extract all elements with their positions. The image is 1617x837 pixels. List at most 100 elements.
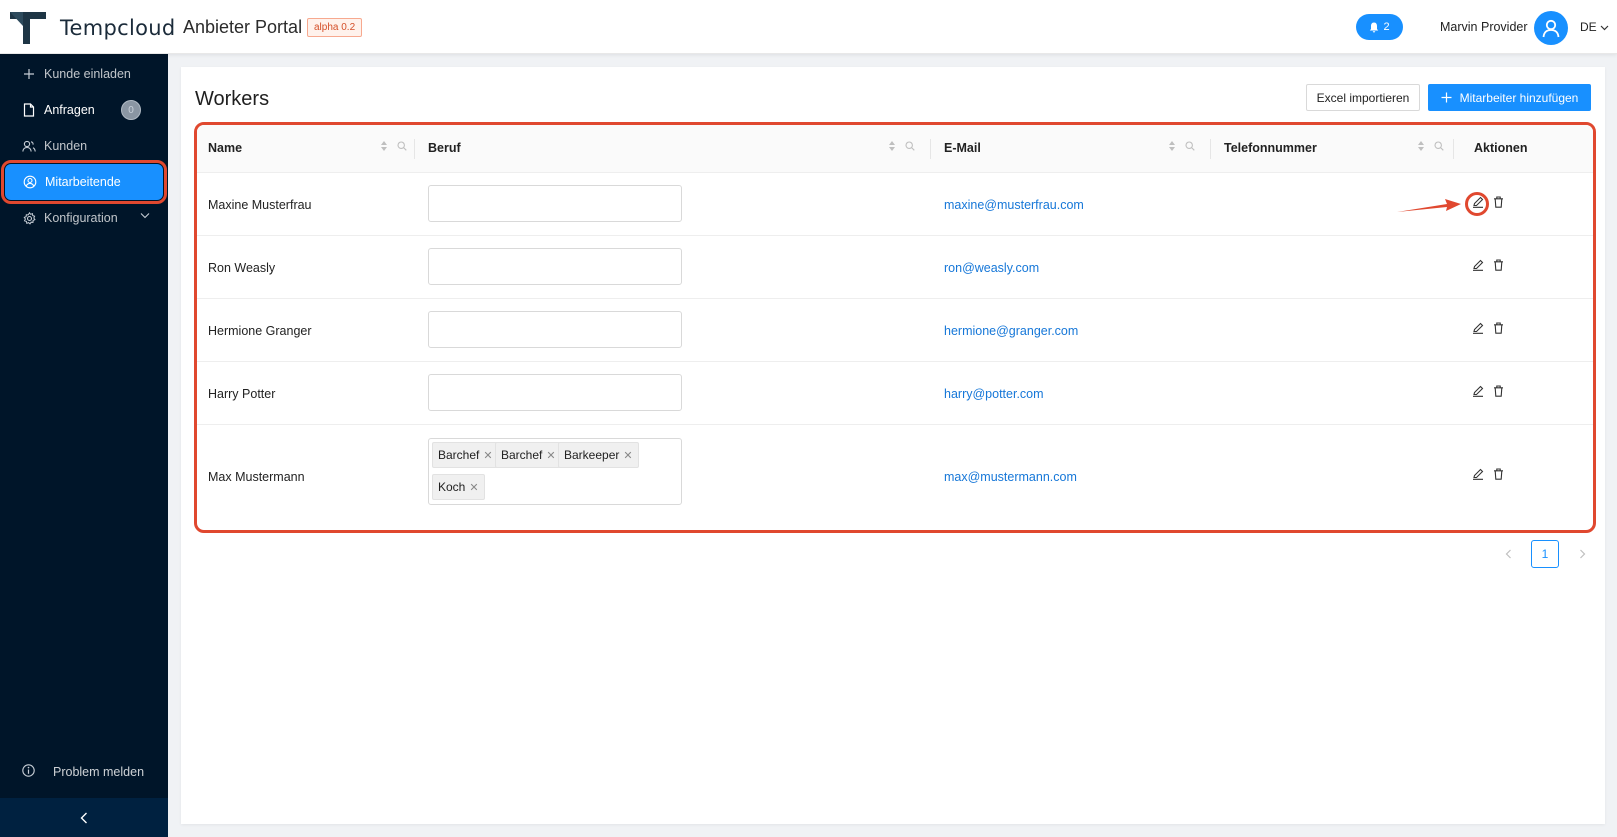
remove-tag-icon[interactable]: ✕	[469, 481, 478, 494]
beruf-column-tools	[888, 140, 915, 152]
version-badge: alpha 0.2	[307, 18, 363, 37]
info-icon	[22, 764, 35, 780]
beruf-select[interactable]	[428, 185, 682, 222]
worker-name: Maxine Musterfrau	[208, 198, 312, 212]
table-row: Hermione Granger hermione@granger.com	[197, 299, 1593, 362]
column-divider	[414, 139, 415, 159]
chevron-down-icon	[140, 213, 150, 219]
worker-email-link[interactable]: ron@weasly.com	[944, 261, 1039, 275]
delete-icon[interactable]	[1493, 196, 1504, 208]
name-column-tools	[380, 140, 407, 152]
table-row: Ron Weasly ron@weasly.com	[197, 236, 1593, 299]
sidebar: Kunde einladen Anfragen 0 Kunden Mitarbe…	[0, 54, 168, 837]
sidebar-item-label: Anfragen	[44, 103, 95, 117]
page-title: Workers	[195, 88, 270, 110]
beruf-tag: Koch ✕	[432, 474, 485, 500]
worker-icon	[23, 175, 37, 189]
bell-icon	[1370, 22, 1379, 32]
worker-email-link[interactable]: max@mustermann.com	[944, 470, 1077, 484]
tempcloud-logo[interactable]	[8, 10, 48, 46]
sort-icon[interactable]	[1168, 140, 1176, 152]
users-icon	[22, 139, 36, 153]
email-column-tools	[1168, 140, 1195, 152]
pagination: 1	[1498, 540, 1592, 568]
sort-icon[interactable]	[888, 140, 896, 152]
document-icon	[22, 103, 36, 117]
remove-tag-icon[interactable]: ✕	[623, 449, 632, 462]
delete-icon[interactable]	[1493, 259, 1504, 271]
beruf-select[interactable]	[428, 311, 682, 348]
edit-icon[interactable]	[1472, 385, 1484, 397]
plus-icon	[1441, 92, 1452, 103]
top-header: Tempcloud Anbieter Portal alpha 0.2 2 Ma…	[0, 0, 1617, 54]
sort-icon[interactable]	[1417, 140, 1425, 152]
table-row: Max Mustermann Barchef ✕ Barchef ✕ Barke…	[197, 425, 1593, 530]
workers-table: Name Beruf E-Mail Telefonnummer Aktionen…	[194, 122, 1596, 533]
chevron-down-icon	[1600, 25, 1609, 31]
row-actions	[1472, 468, 1504, 480]
beruf-select[interactable]	[428, 374, 682, 411]
chevron-left-icon	[80, 812, 87, 823]
notification-button[interactable]: 2	[1356, 14, 1403, 40]
worker-email-link[interactable]: hermione@granger.com	[944, 324, 1078, 338]
avatar[interactable]	[1534, 11, 1568, 45]
chevron-right-icon	[1579, 549, 1585, 559]
edit-icon[interactable]	[1472, 322, 1484, 334]
sidebar-item-label: Kunden	[44, 139, 88, 153]
row-actions	[1472, 385, 1504, 397]
delete-icon[interactable]	[1493, 468, 1504, 480]
add-worker-label: Mitarbeiter hinzufügen	[1459, 90, 1579, 105]
remove-tag-icon[interactable]: ✕	[483, 449, 492, 462]
delete-icon[interactable]	[1493, 322, 1504, 334]
language-label: DE	[1580, 20, 1597, 34]
sort-icon[interactable]	[380, 140, 388, 152]
column-header-name[interactable]: Name	[208, 141, 242, 155]
sidebar-item-konfiguration[interactable]: Konfiguration	[0, 200, 168, 236]
delete-icon[interactable]	[1493, 385, 1504, 397]
search-icon[interactable]	[397, 141, 407, 151]
beruf-tag: Barkeeper ✕	[558, 442, 639, 468]
report-problem-button[interactable]: Problem melden	[0, 754, 168, 790]
column-header-email[interactable]: E-Mail	[944, 141, 981, 155]
sidebar-item-label: Mitarbeitende	[45, 175, 121, 189]
language-switcher[interactable]: DE	[1580, 20, 1609, 34]
brand-name: Tempcloud	[60, 16, 176, 40]
sidebar-item-anfragen[interactable]: Anfragen 0	[0, 92, 168, 128]
search-icon[interactable]	[905, 141, 915, 151]
tag-label: Barkeeper	[564, 448, 620, 462]
column-divider	[1210, 139, 1211, 159]
edit-icon[interactable]	[1472, 468, 1484, 480]
beruf-multiselect[interactable]: Barchef ✕ Barchef ✕ Barkeeper ✕ Koch ✕	[428, 438, 682, 505]
tag-label: Barchef	[438, 448, 480, 462]
column-divider	[1453, 139, 1454, 159]
row-actions	[1472, 322, 1504, 334]
column-divider	[930, 139, 931, 159]
search-icon[interactable]	[1434, 141, 1444, 151]
next-page-button[interactable]	[1572, 540, 1592, 568]
table-row: Maxine Musterfrau maxine@musterfrau.com	[197, 173, 1593, 236]
column-header-beruf[interactable]: Beruf	[428, 141, 461, 155]
edit-icon[interactable]	[1472, 259, 1484, 271]
notification-count: 2	[1383, 21, 1390, 33]
search-icon[interactable]	[1185, 141, 1195, 151]
beruf-select[interactable]	[428, 248, 682, 285]
prev-page-button[interactable]	[1498, 540, 1518, 568]
worker-email-link[interactable]: harry@potter.com	[944, 387, 1044, 401]
sidebar-item-kunde-einladen[interactable]: Kunde einladen	[0, 56, 168, 92]
column-header-aktionen: Aktionen	[1474, 141, 1528, 155]
chevron-left-icon	[1505, 549, 1511, 559]
gear-icon	[22, 211, 36, 225]
table-row: Harry Potter harry@potter.com	[197, 362, 1593, 425]
sidebar-item-label: Konfiguration	[44, 211, 118, 225]
user-name[interactable]: Marvin Provider	[1440, 20, 1528, 34]
worker-email-link[interactable]: maxine@musterfrau.com	[944, 198, 1084, 212]
excel-import-button[interactable]: Excel importieren	[1306, 84, 1420, 111]
column-header-telefonnummer[interactable]: Telefonnummer	[1224, 141, 1317, 155]
remove-tag-icon[interactable]: ✕	[546, 449, 555, 462]
collapse-sidebar-button[interactable]	[0, 798, 168, 837]
sidebar-item-kunden[interactable]: Kunden	[0, 128, 168, 164]
sidebar-item-mitarbeitende[interactable]: Mitarbeitende	[1, 160, 167, 204]
page-number-button[interactable]: 1	[1531, 540, 1559, 568]
tag-label: Barchef	[501, 448, 543, 462]
add-worker-button[interactable]: Mitarbeiter hinzufügen	[1428, 84, 1591, 111]
